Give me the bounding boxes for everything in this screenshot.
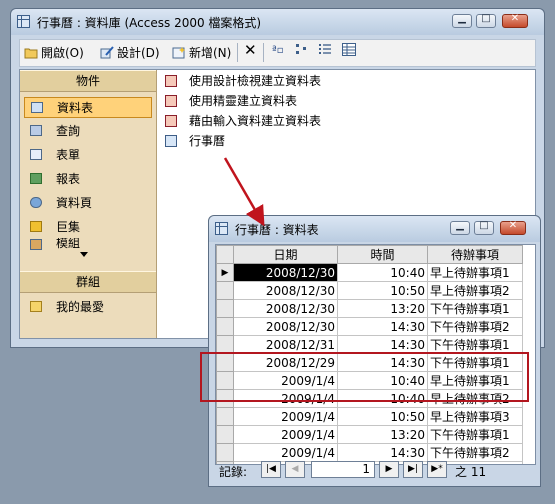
highlight-box [200,352,529,402]
annotation-arrow [223,157,265,227]
